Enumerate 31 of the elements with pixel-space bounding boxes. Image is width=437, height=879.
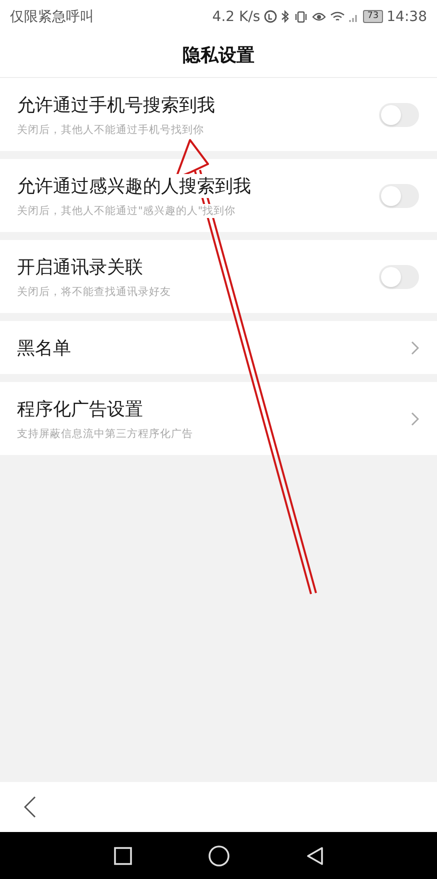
network-speed: 4.2 K/s xyxy=(212,8,260,24)
toggle-switch[interactable] xyxy=(379,264,419,288)
back-triangle-icon[interactable] xyxy=(306,846,324,866)
setting-title: 开启通讯录关联 xyxy=(17,254,143,278)
setting-description: 关闭后，其他人不能通过手机号找到你 xyxy=(17,122,204,136)
setting-description: 支持屏蔽信息流中第三方程序化广告 xyxy=(17,426,193,440)
chevron-right-icon xyxy=(411,412,419,426)
settings-row[interactable]: 允许通过感兴趣的人搜索到我 关闭后，其他人不能通过"感兴趣的人"找到你 xyxy=(0,159,437,232)
square-nav-icon[interactable] xyxy=(114,846,132,864)
vibrate-icon xyxy=(294,10,308,22)
home-circle-icon[interactable] xyxy=(208,844,230,866)
back-icon[interactable] xyxy=(24,796,36,818)
bluetooth-icon xyxy=(281,10,290,23)
settings-row[interactable]: 程序化广告设置 支持屏蔽信息流中第三方程序化广告 xyxy=(0,382,437,455)
clock-time: 14:38 xyxy=(386,8,427,24)
toggle-switch[interactable] xyxy=(379,102,419,126)
chevron-right-icon xyxy=(411,340,419,354)
carrier-status: 仅限紧急呼叫 xyxy=(10,8,94,26)
setting-title: 允许通过感兴趣的人搜索到我 xyxy=(17,174,251,198)
wifi-icon xyxy=(330,10,346,22)
setting-title: 程序化广告设置 xyxy=(17,396,143,420)
settings-row[interactable]: 允许通过手机号搜索到我 关闭后，其他人不能通过手机号找到你 xyxy=(0,78,437,151)
page-title: 隐私设置 xyxy=(182,44,254,67)
toggle-switch[interactable] xyxy=(379,184,419,208)
settings-row[interactable]: 开启通讯录关联 关闭后，将不能查找通讯录好友 xyxy=(0,240,437,313)
battery-level: 73 xyxy=(363,10,383,23)
setting-description: 关闭后，将不能查找通讯录好友 xyxy=(17,284,171,298)
eye-icon xyxy=(312,11,326,22)
data-saver-icon xyxy=(264,10,278,23)
setting-description: 关闭后，其他人不能通过"感兴趣的人"找到你 xyxy=(17,204,236,218)
settings-row[interactable]: 黑名单 xyxy=(0,321,437,374)
